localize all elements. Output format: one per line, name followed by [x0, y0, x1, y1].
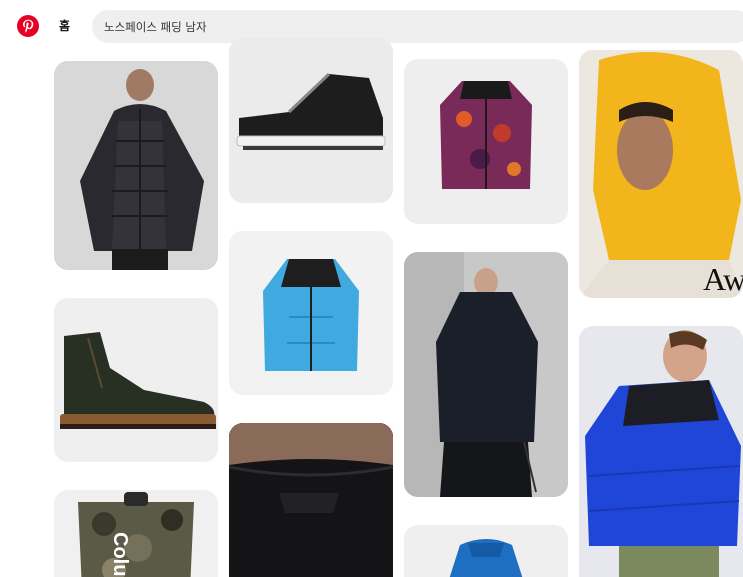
pin-card[interactable]	[579, 326, 743, 577]
pin-card[interactable]	[404, 59, 568, 224]
brand-overlay-text: Colu	[109, 532, 131, 576]
jacket-icon	[404, 525, 568, 577]
pinterest-logo-icon[interactable]	[17, 15, 39, 37]
jacket-icon	[404, 59, 568, 224]
magazine-overlay-text: Aw	[703, 261, 743, 297]
parka-icon	[404, 252, 568, 497]
search-input[interactable]	[104, 10, 724, 43]
boot-icon	[54, 298, 218, 462]
pin-card[interactable]	[229, 423, 393, 577]
home-link[interactable]: 홈	[53, 14, 76, 38]
search-bar[interactable]	[92, 10, 743, 43]
hood-icon: Aw	[579, 50, 743, 298]
backpack-icon: Colu	[54, 490, 218, 577]
jacket-icon	[229, 231, 393, 395]
pin-card[interactable]	[54, 298, 218, 462]
pin-card[interactable]	[229, 38, 393, 203]
pin-card[interactable]: Aw	[579, 50, 743, 298]
pin-card[interactable]	[404, 252, 568, 497]
jacket-icon	[54, 61, 218, 270]
pin-card[interactable]	[54, 61, 218, 270]
fabric-icon	[229, 423, 393, 577]
shoe-icon	[229, 38, 393, 203]
pin-card[interactable]	[229, 231, 393, 395]
jacket-icon	[579, 326, 743, 577]
pin-card[interactable]: Colu	[54, 490, 218, 577]
pin-card[interactable]	[404, 525, 568, 577]
